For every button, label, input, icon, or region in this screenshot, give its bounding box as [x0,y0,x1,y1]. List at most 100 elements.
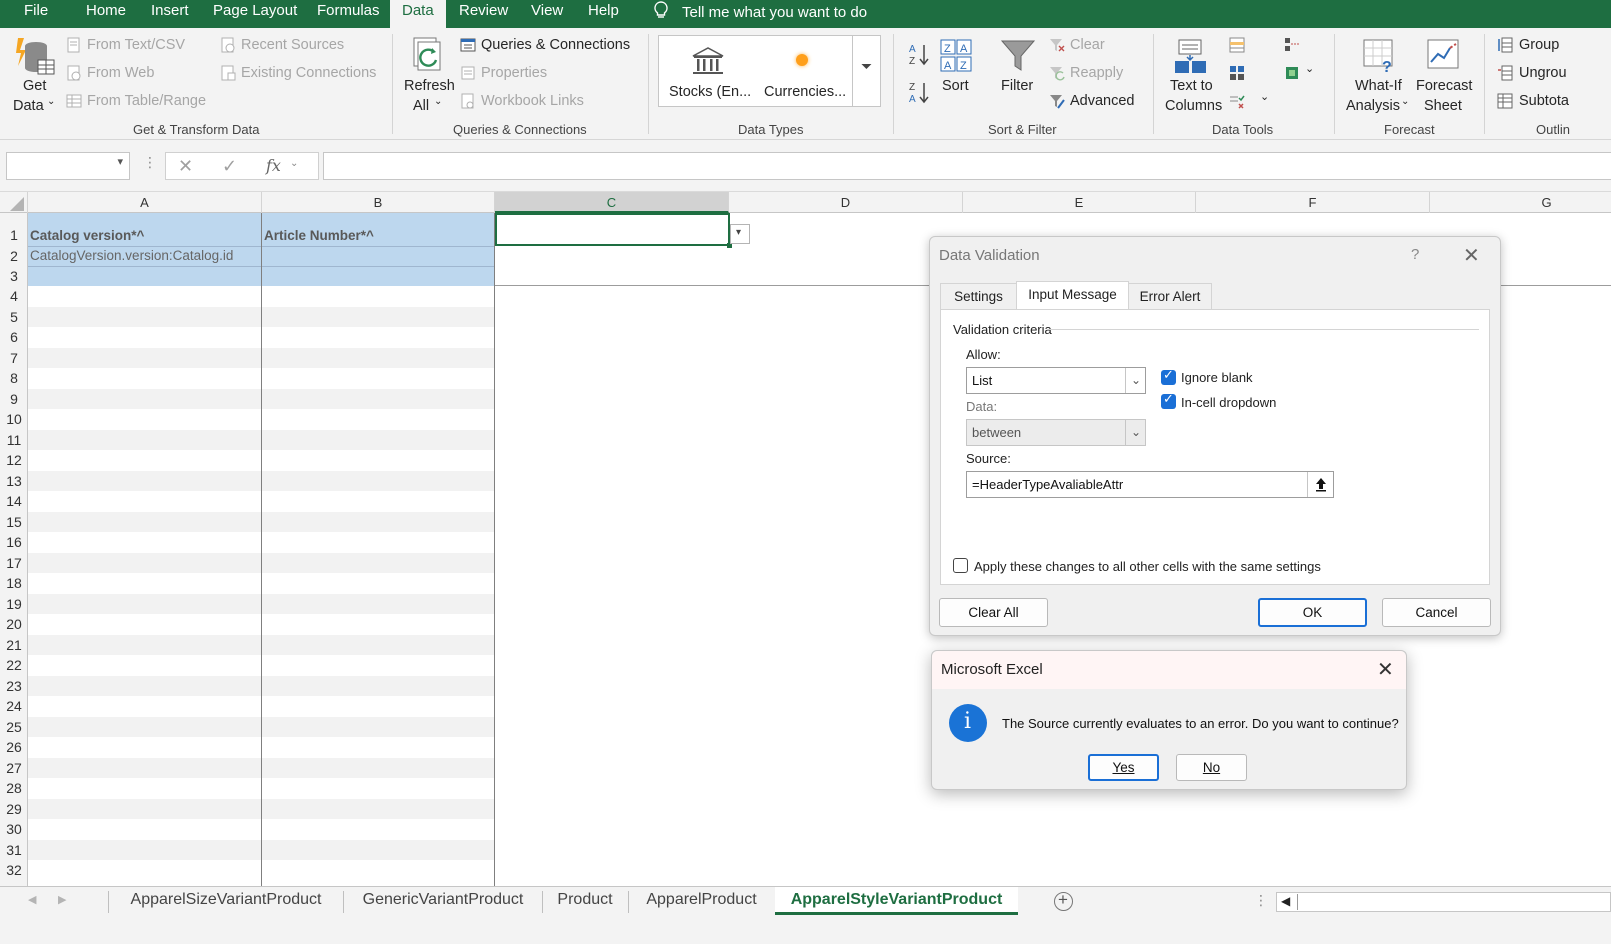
data-types-more-button[interactable]: ⏷ [852,36,881,106]
cell-b1[interactable]: Article Number*^ [262,225,495,246]
help-button[interactable]: ? [1411,246,1419,263]
ok-button[interactable]: OK [1258,598,1367,627]
cell-dropdown-button[interactable]: ▾ [730,224,750,244]
tab-page-layout[interactable]: Page Layout [213,0,297,28]
tab-formulas[interactable]: Formulas [317,0,380,28]
row-header-27[interactable]: 27 [0,758,28,778]
close-icon[interactable]: ✕ [1377,657,1394,682]
cell-a2[interactable]: CatalogVersion.version:Catalog.id [28,246,262,266]
sort-button[interactable]: Z A A Z [940,39,974,76]
clear-button[interactable]: Clear [1070,37,1105,53]
tab-splitter-handle[interactable]: ⋮ [1254,892,1268,909]
tab-insert[interactable]: Insert [151,0,189,28]
row-header-18[interactable]: 18 [0,573,28,594]
scroll-left-icon[interactable]: ◀ [1281,894,1290,908]
sort-ascending-button[interactable]: AZ [908,42,930,69]
yes-button[interactable]: Yes [1088,754,1159,781]
confirm-entry-icon[interactable]: ✓ [222,156,237,177]
row-header-11[interactable]: 11 [0,430,28,450]
column-header-g[interactable]: G [1430,192,1611,213]
select-all-corner[interactable] [0,192,28,213]
row-header-29[interactable]: 29 [0,799,28,819]
text-to-columns-button[interactable] [1173,38,1213,77]
chevron-down-icon[interactable]: ⌄ [290,158,298,169]
add-sheet-button[interactable]: + [1054,890,1073,911]
recent-sources-button[interactable]: Recent Sources [241,37,344,53]
tab-file[interactable]: File [24,0,48,28]
tab-home[interactable]: Home [86,0,126,28]
cancel-entry-icon[interactable]: ✕ [178,156,193,177]
sheet-tab-apparel-product[interactable]: ApparelProduct [630,887,773,915]
tab-data[interactable]: Data [390,0,446,30]
advanced-button[interactable]: Advanced [1070,93,1135,109]
tell-me-search[interactable]: Tell me what you want to do [652,0,867,24]
stocks-button[interactable] [691,46,725,79]
ignore-blank-checkbox[interactable]: ✓ [1161,367,1176,385]
column-header-e[interactable]: E [963,192,1196,213]
row-header-4[interactable]: 4 [0,286,28,307]
allow-select[interactable]: List ⌄ [966,367,1146,394]
row-header-10[interactable]: 10 [0,409,28,430]
column-header-b[interactable]: B [262,192,495,213]
row-header-6[interactable]: 6 [0,327,28,348]
row-header-28[interactable]: 28 [0,778,28,799]
group-button[interactable]: Group [1519,37,1559,53]
tab-input-message[interactable]: Input Message [1016,281,1129,310]
apply-all-checkbox[interactable] [953,558,968,573]
close-icon[interactable]: ✕ [1463,243,1480,268]
row-header-17[interactable]: 17 [0,553,28,573]
ungroup-button[interactable]: Ungrou [1519,65,1567,81]
row-header-3[interactable]: 3 [0,266,28,286]
column-header-f[interactable]: F [1196,192,1430,213]
column-header-c[interactable]: C [495,192,729,213]
formula-input[interactable] [323,152,1611,180]
insert-function-icon[interactable]: fx [266,156,281,175]
cell-a1[interactable]: Catalog version*^ [28,225,262,246]
sort-descending-button[interactable]: ZA [908,80,930,107]
row-header-8[interactable]: 8 [0,368,28,389]
subtotal-button[interactable]: Subtota [1519,93,1569,109]
tab-view[interactable]: View [531,0,563,28]
from-web-button[interactable]: From Web [87,65,154,81]
properties-button[interactable]: Properties [481,65,547,81]
refresh-all-button[interactable] [410,36,450,81]
cell-b2[interactable] [262,246,495,266]
row-header-14[interactable]: 14 [0,491,28,512]
row-header-13[interactable]: 13 [0,471,28,491]
sheet-tab-apparel-size-variant-product[interactable]: ApparelSizeVariantProduct [110,887,342,915]
row-header-32[interactable]: 32 [0,860,28,880]
cancel-button[interactable]: Cancel [1382,598,1491,627]
filter-button[interactable] [1000,38,1036,77]
row-header-25[interactable]: 25 [0,717,28,737]
row-header-31[interactable]: 31 [0,840,28,860]
chevron-down-icon[interactable]: ⌄ [1260,90,1269,103]
existing-connections-button[interactable]: Existing Connections [241,65,376,81]
reapply-button[interactable]: Reapply [1070,65,1123,81]
ignore-blank-label[interactable]: Ignore blank [1181,370,1253,385]
tab-review[interactable]: Review [459,0,508,28]
in-cell-dropdown-checkbox[interactable]: ✓ [1161,391,1176,409]
scroll-tabs-right-icon[interactable]: ▶ [58,893,66,906]
row-header-20[interactable]: 20 [0,614,28,635]
tab-settings[interactable]: Settings [940,283,1017,310]
chevron-down-icon[interactable]: ▾ [117,155,123,168]
column-header-d[interactable]: D [729,192,963,213]
clear-all-button[interactable]: Clear All [939,598,1048,627]
horizontal-scrollbar[interactable]: ◀ [1276,892,1611,912]
row-header-21[interactable]: 21 [0,635,28,655]
row-header-30[interactable]: 30 [0,819,28,840]
row-header-15[interactable]: 15 [0,512,28,532]
row-header-2[interactable]: 2 [0,246,28,266]
allow-dropdown[interactable]: ⌄ [1125,368,1145,393]
row-header-19[interactable]: 19 [0,594,28,614]
from-table-range-button[interactable]: From Table/Range [87,93,206,109]
active-cell-c1[interactable] [495,213,730,246]
scrollbar-thumb[interactable] [1297,894,1305,910]
sheet-tab-apparel-style-variant-product[interactable]: ApparelStyleVariantProduct [775,887,1018,915]
tab-help[interactable]: Help [588,0,619,28]
queries-connections-button[interactable]: Queries & Connections [481,37,630,53]
currency-icon[interactable] [796,54,808,66]
collapse-dialog-button[interactable] [1307,472,1333,497]
name-box[interactable]: ▾ [6,152,130,180]
tab-error-alert[interactable]: Error Alert [1128,283,1212,310]
